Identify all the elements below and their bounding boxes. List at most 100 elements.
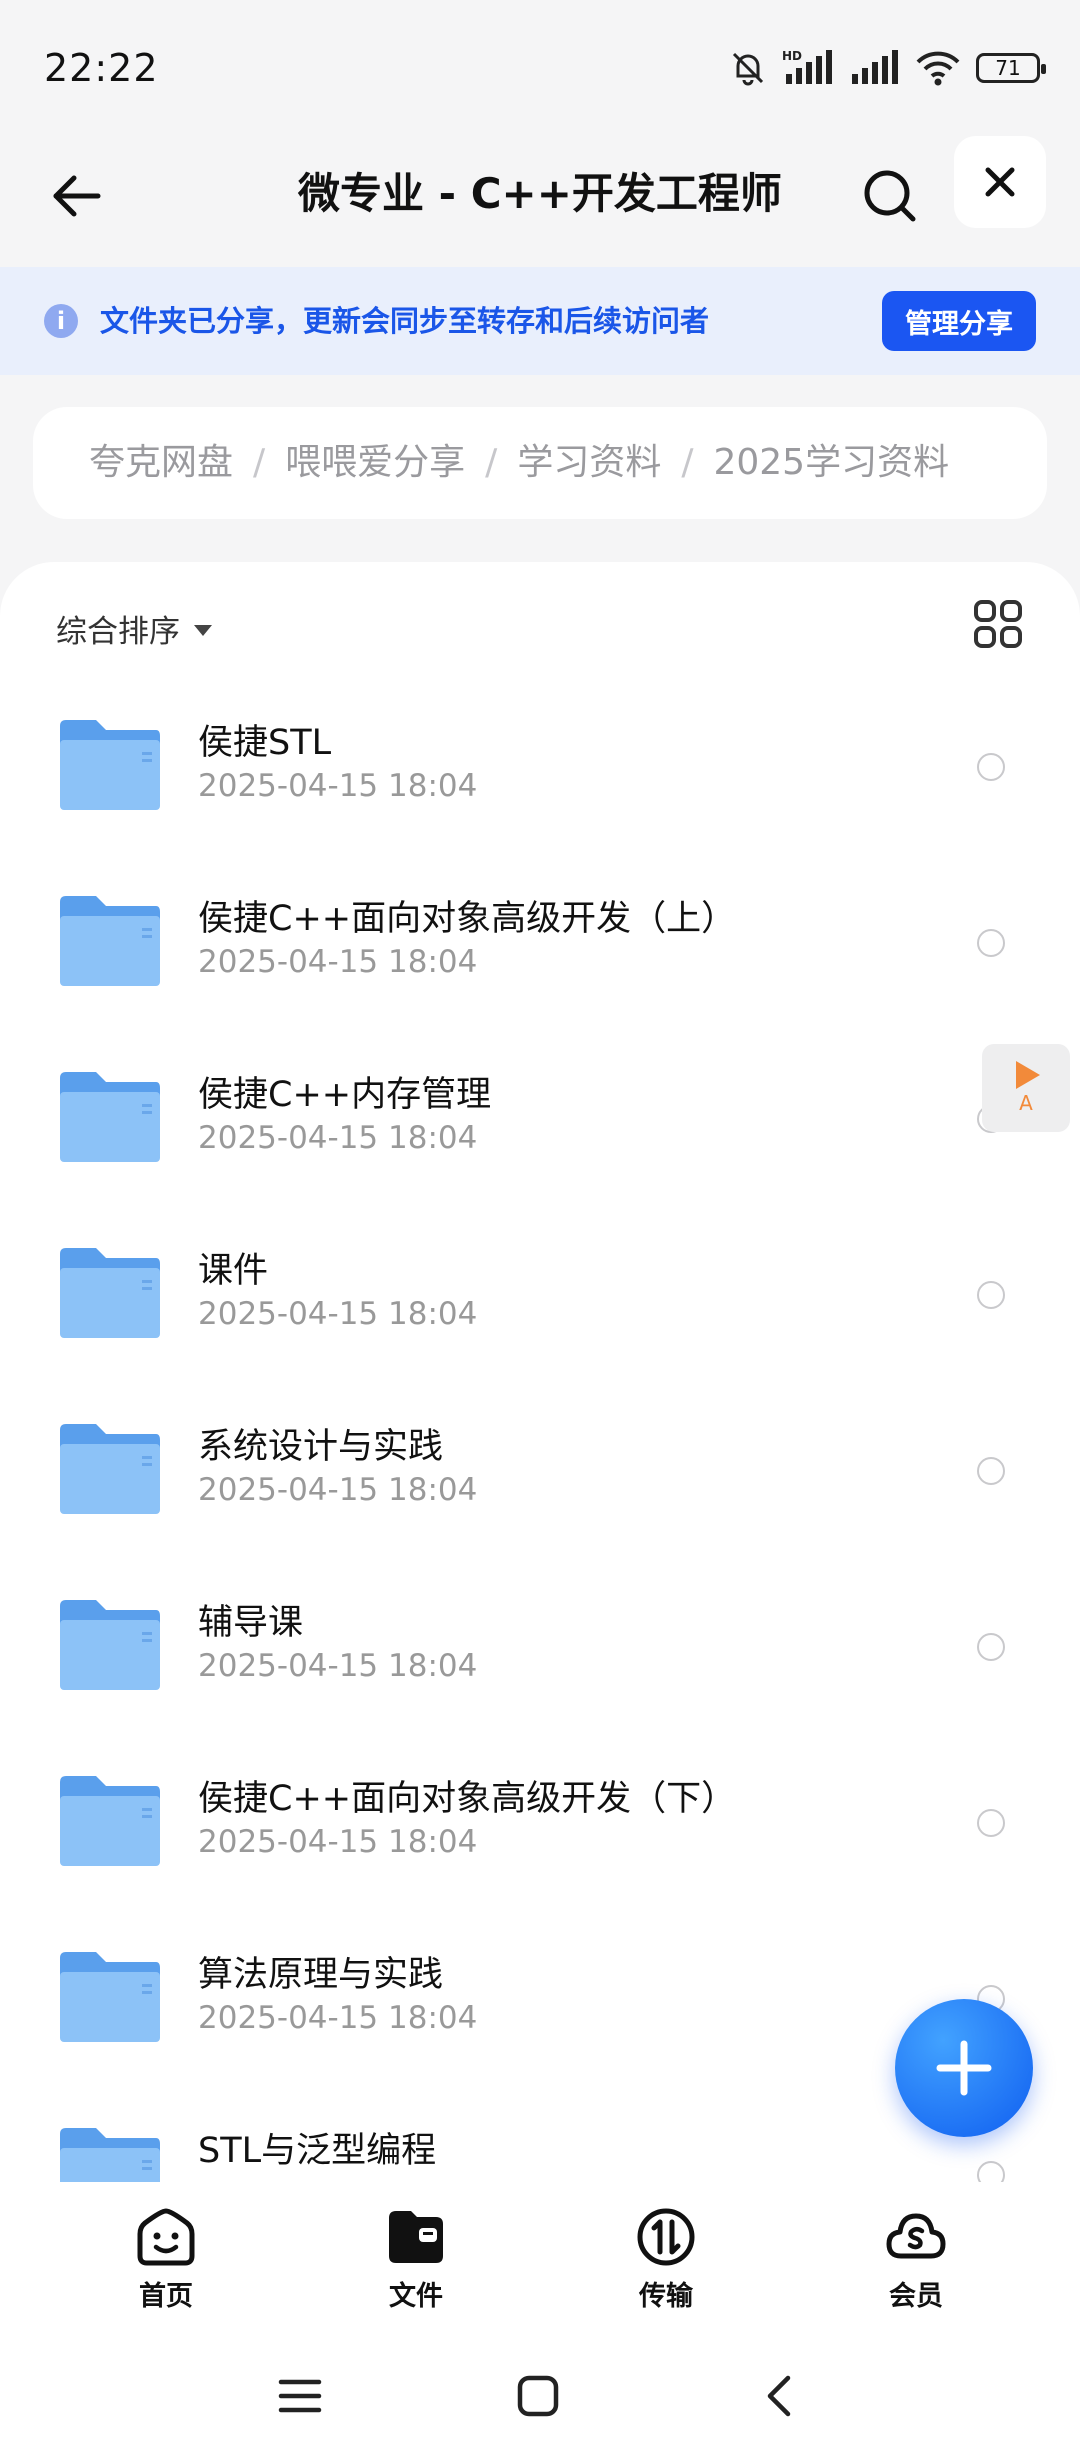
breadcrumb-track: 夸克网盘 / 喂喂爱分享 / 学习资料 / 2025学习资料 (89, 407, 1025, 519)
tab-membership[interactable]: 会员 (856, 2206, 976, 2318)
file-row[interactable]: 侯捷C++面向对象高级开发（下） 2025-04-15 18:04 (0, 1732, 1080, 1908)
square-icon (517, 2375, 559, 2417)
file-date: 2025-04-15 18:04 (198, 1824, 478, 1860)
system-nav-bar (0, 2332, 1080, 2460)
file-row[interactable]: 辅导课 2025-04-15 18:04 (0, 1556, 1080, 1732)
folder-icon (60, 1600, 160, 1690)
tab-files[interactable]: 文件 (356, 2206, 476, 2318)
breadcrumb-separator: / (485, 442, 498, 483)
select-radio[interactable] (977, 2161, 1005, 2182)
floating-player-button[interactable]: A (982, 1044, 1070, 1132)
file-row[interactable]: 侯捷C++面向对象高级开发（上） 2025-04-15 18:04 (0, 852, 1080, 1028)
file-panel: 综合排序 侯捷STL 2025-04-15 18:04 侯捷C++面向对象高级开… (0, 562, 1080, 2182)
file-list: 侯捷STL 2025-04-15 18:04 侯捷C++面向对象高级开发（上） … (0, 676, 1080, 2182)
breadcrumb-separator: / (681, 442, 694, 483)
search-button[interactable] (850, 156, 930, 236)
breadcrumb-item[interactable]: 学习资料 (517, 442, 661, 483)
system-back-button[interactable] (748, 2366, 808, 2426)
file-row[interactable]: 侯捷STL 2025-04-15 18:04 (0, 676, 1080, 852)
battery-indicator: 71 (976, 53, 1046, 83)
file-row[interactable]: 侯捷C++内存管理 2025-04-15 18:04 (0, 1028, 1080, 1204)
folder-icon (60, 896, 160, 986)
select-radio[interactable] (977, 1281, 1005, 1309)
menu-icon (278, 2379, 322, 2413)
mute-bell-icon (732, 52, 764, 86)
floating-player-label: A (1019, 1091, 1033, 1115)
add-button[interactable] (895, 1999, 1033, 2137)
tab-label: 首页 (139, 2281, 193, 2312)
status-time: 22:22 (44, 46, 159, 90)
select-radio[interactable] (977, 929, 1005, 957)
transfer-icon (637, 2208, 695, 2266)
file-name: STL与泛型编程 (198, 2131, 437, 2171)
signal-hd-icon: HD (782, 49, 832, 84)
breadcrumb-item[interactable]: 2025学习资料 (713, 442, 949, 483)
folder-icon (60, 720, 160, 810)
file-name: 辅导课 (198, 1603, 304, 1643)
arrow-left-icon (53, 175, 101, 217)
close-button[interactable] (954, 136, 1046, 228)
folder-icon (60, 1072, 160, 1162)
file-name: 侯捷C++面向对象高级开发（下） (198, 1779, 737, 1819)
battery-level: 71 (995, 56, 1021, 80)
grid-view-button[interactable] (972, 598, 1024, 650)
file-row[interactable]: 课件 2025-04-15 18:04 (0, 1204, 1080, 1380)
file-date: 2025-04-15 18:04 (198, 1648, 478, 1684)
folder-icon (389, 2211, 443, 2263)
signal-icon (852, 50, 898, 84)
file-name: 算法原理与实践 (198, 1955, 444, 1995)
home-smile-icon (137, 2208, 195, 2266)
tab-label: 文件 (389, 2281, 443, 2312)
file-name: 侯捷C++面向对象高级开发（上） (198, 899, 737, 939)
file-name: 系统设计与实践 (198, 1427, 444, 1467)
caret-down-icon (194, 625, 212, 636)
wifi-icon (916, 51, 960, 86)
tab-bar: 首页 文件 传输 会员 (0, 2182, 1080, 2332)
tab-label: 会员 (889, 2281, 943, 2312)
plus-icon (936, 2040, 992, 2096)
select-radio[interactable] (977, 1633, 1005, 1661)
breadcrumb-item[interactable]: 喂喂爱分享 (285, 442, 465, 483)
tab-home[interactable]: 首页 (106, 2206, 226, 2318)
sort-label: 综合排序 (56, 614, 180, 650)
breadcrumb: 夸克网盘 / 喂喂爱分享 / 学习资料 / 2025学习资料 (33, 407, 1047, 519)
breadcrumb-item[interactable]: 夸克网盘 (89, 442, 233, 483)
chevron-left-icon (767, 2375, 791, 2417)
sort-button[interactable]: 综合排序 (56, 606, 212, 651)
breadcrumb-separator: / (253, 442, 266, 483)
file-date: 2025-04-15 18:04 (198, 944, 478, 980)
info-icon: i (44, 304, 78, 338)
page-title: 微专业 - C++开发工程师 (298, 169, 782, 218)
recent-apps-button[interactable] (270, 2366, 330, 2426)
play-icon (1016, 1061, 1040, 1089)
select-radio[interactable] (977, 753, 1005, 781)
status-icons: HD 71 (728, 40, 1046, 96)
folder-icon (60, 1424, 160, 1514)
search-icon (864, 170, 916, 222)
select-radio[interactable] (977, 1457, 1005, 1485)
folder-icon (60, 1776, 160, 1866)
nav-bar: 微专业 - C++开发工程师 (0, 130, 1080, 258)
file-name: 课件 (198, 1251, 269, 1291)
folder-icon (60, 1248, 160, 1338)
tab-transfer[interactable]: 传输 (606, 2206, 726, 2318)
share-banner-text: 文件夹已分享，更新会同步至转存和后续访问者 (100, 304, 710, 338)
grid-view-icon (974, 600, 1022, 648)
manage-share-button[interactable]: 管理分享 (882, 291, 1036, 351)
close-icon (985, 167, 1015, 197)
tab-label: 传输 (639, 2281, 693, 2312)
file-date: 2025-04-15 18:04 (198, 2000, 478, 2036)
file-row[interactable]: 系统设计与实践 2025-04-15 18:04 (0, 1380, 1080, 1556)
file-date: 2025-04-15 18:04 (198, 1296, 478, 1332)
file-name: 侯捷C++内存管理 (198, 1075, 492, 1115)
file-date: 2025-04-15 18:04 (198, 1120, 478, 1156)
home-button[interactable] (508, 2366, 568, 2426)
network-label: HD (782, 49, 802, 63)
folder-icon (60, 1952, 160, 2042)
membership-cloud-icon (886, 2213, 946, 2259)
back-button[interactable] (40, 160, 112, 232)
select-radio[interactable] (977, 1809, 1005, 1837)
status-bar: 22:22 HD 71 (0, 0, 1080, 130)
file-date: 2025-04-15 18:04 (198, 1472, 478, 1508)
file-name: 侯捷STL (198, 723, 332, 763)
